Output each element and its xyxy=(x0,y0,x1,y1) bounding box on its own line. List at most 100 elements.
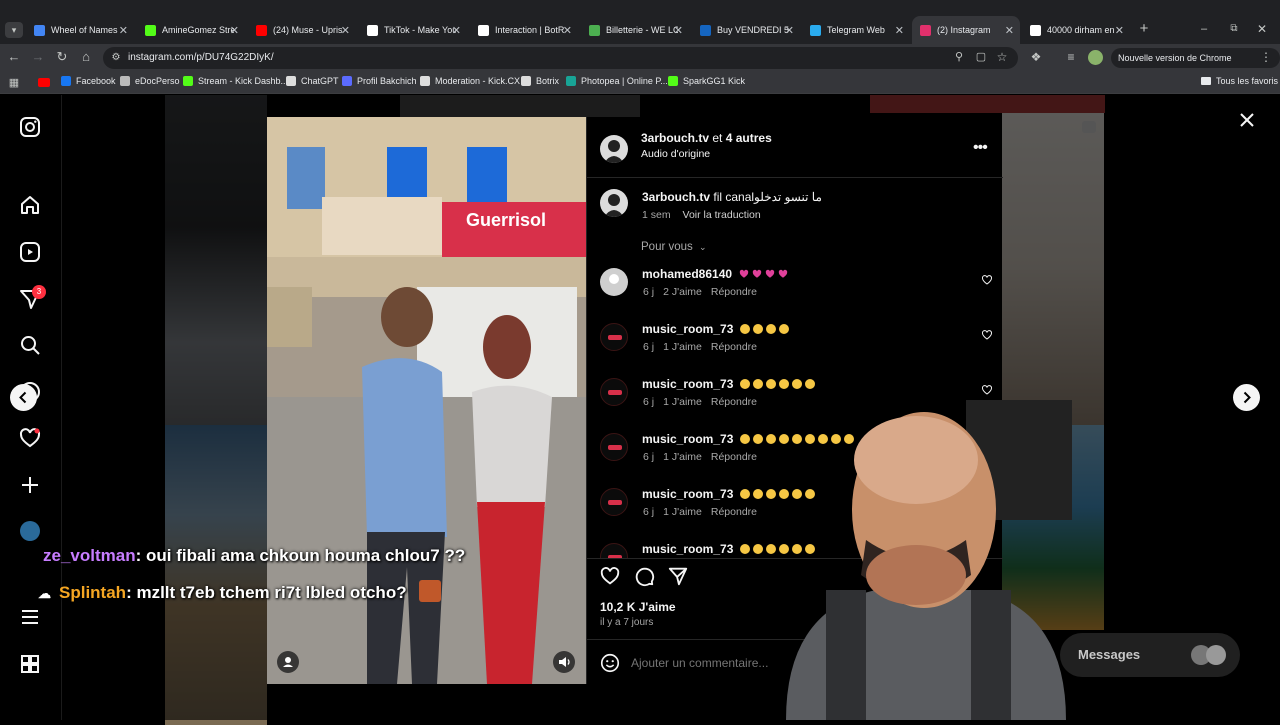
menu-icon[interactable]: ⋮ xyxy=(1258,50,1274,64)
next-post-button[interactable] xyxy=(1233,384,1260,411)
install-icon[interactable]: ▢ xyxy=(973,50,989,64)
browser-tab[interactable]: Telegram Web ✕ xyxy=(802,18,910,42)
comment-icon[interactable] xyxy=(633,565,655,587)
profile-avatar[interactable] xyxy=(1088,50,1103,65)
home-icon[interactable] xyxy=(18,193,42,217)
commenter-avatar[interactable] xyxy=(600,433,628,461)
notifications-heart-icon[interactable] xyxy=(18,426,42,450)
commenter-avatar[interactable] xyxy=(600,488,628,516)
bookmark-item[interactable]: Facebook xyxy=(61,76,116,86)
comment-likes[interactable]: 2 J'aime xyxy=(663,286,702,298)
comment-username[interactable]: mohamed86140 xyxy=(642,267,732,281)
close-tab-icon[interactable]: ✕ xyxy=(674,24,683,37)
extensions-icon[interactable]: ❖ xyxy=(1028,50,1044,64)
bookmark-item[interactable]: ChatGPT xyxy=(286,76,339,86)
comment-username[interactable]: music_room_73 xyxy=(642,542,733,556)
sort-comments-button[interactable]: Pour vous ⌄ xyxy=(641,241,707,253)
forward-icon[interactable]: → xyxy=(30,50,46,64)
close-tab-icon[interactable]: ✕ xyxy=(452,24,461,37)
bookmark-item[interactable]: Photopea | Online P... xyxy=(566,76,668,86)
browser-tab[interactable]: (24) Muse - Upris ✕ xyxy=(248,18,356,42)
new-tab-icon[interactable]: + xyxy=(1136,21,1152,36)
comment-likes[interactable]: 1 J'aime xyxy=(663,396,702,408)
comment-like-heart-icon[interactable] xyxy=(981,329,993,341)
more-menu-icon[interactable] xyxy=(18,605,42,629)
caption-avatar[interactable] xyxy=(600,189,628,217)
tagged-people-button[interactable] xyxy=(277,651,299,673)
reels-icon[interactable] xyxy=(18,240,42,264)
restore-icon[interactable]: ⧉ xyxy=(1226,22,1242,36)
bookmark-item[interactable]: Stream - Kick Dashb... xyxy=(183,76,288,86)
comment-username[interactable]: music_room_73 xyxy=(642,432,733,446)
translate-link[interactable]: Voir la traduction xyxy=(683,209,761,221)
search-icon[interactable] xyxy=(18,333,42,357)
reload-icon[interactable]: ↻ xyxy=(54,50,70,64)
comment-likes[interactable]: 1 J'aime xyxy=(663,506,702,518)
comment-like-heart-icon[interactable] xyxy=(981,274,993,286)
bookmark-star-icon[interactable]: ☆ xyxy=(994,50,1010,64)
browser-tab[interactable]: TikTok - Make You ✕ xyxy=(359,18,467,42)
browser-tab[interactable]: Buy VENDREDI 5 ✕ xyxy=(692,18,800,42)
other-authors-link[interactable]: 4 autres xyxy=(726,131,772,145)
reply-button[interactable]: Répondre xyxy=(711,451,757,463)
commenter-avatar[interactable] xyxy=(600,323,628,351)
like-heart-icon[interactable] xyxy=(599,565,621,587)
close-window-icon[interactable]: ✕ xyxy=(1254,22,1270,36)
site-info-icon[interactable]: ⚙ xyxy=(108,51,124,65)
back-icon[interactable]: ← xyxy=(6,50,22,64)
comment-username[interactable]: music_room_73 xyxy=(642,377,733,391)
all-bookmarks[interactable]: Tous les favoris xyxy=(1201,76,1278,86)
close-tab-icon[interactable]: ✕ xyxy=(1005,24,1014,37)
share-icon[interactable] xyxy=(667,565,689,587)
close-tab-icon[interactable]: ✕ xyxy=(1115,24,1124,37)
messages-pill[interactable]: Messages xyxy=(1060,633,1240,677)
close-tab-icon[interactable]: ✕ xyxy=(230,24,239,37)
close-modal-icon[interactable] xyxy=(1237,110,1257,130)
zoom-icon[interactable]: ⚲ xyxy=(951,50,967,64)
close-tab-icon[interactable]: ✕ xyxy=(563,24,572,37)
profile-avatar[interactable] xyxy=(20,521,40,541)
tab-search-icon[interactable]: ▾ xyxy=(5,22,23,38)
media-control-icon[interactable]: ≡ xyxy=(1063,50,1079,64)
minimize-icon[interactable]: – xyxy=(1196,22,1212,36)
emoji-icon[interactable] xyxy=(599,652,621,674)
reply-button[interactable]: Répondre xyxy=(711,341,757,353)
caption-username[interactable]: 3arbouch.tv xyxy=(642,190,710,204)
instagram-logo-icon[interactable] xyxy=(18,115,42,139)
author-username[interactable]: 3arbouch.tv xyxy=(641,131,709,145)
close-tab-icon[interactable]: ✕ xyxy=(119,24,128,37)
likes-count[interactable]: 10,2 K J'aime xyxy=(600,600,676,614)
bookmark-item[interactable]: SparkGG1 Kick xyxy=(668,76,745,86)
browser-tab[interactable]: AmineGomez Stre ✕ xyxy=(137,18,245,42)
browser-tab[interactable]: Interaction | BotR ✕ xyxy=(470,18,578,42)
reply-button[interactable]: Répondre xyxy=(711,286,757,298)
browser-tab[interactable]: (2) Instagram ✕ xyxy=(912,16,1020,44)
youtube-bookmark-icon[interactable] xyxy=(38,78,50,87)
close-tab-icon[interactable]: ✕ xyxy=(785,24,794,37)
previous-post-button[interactable] xyxy=(10,384,37,411)
apps-icon[interactable]: ▦ xyxy=(6,76,22,90)
close-tab-icon[interactable]: ✕ xyxy=(895,24,904,37)
browser-tab[interactable]: 40000 dirham en ✕ xyxy=(1022,18,1130,42)
create-icon[interactable] xyxy=(18,473,42,497)
comment-likes[interactable]: 1 J'aime xyxy=(663,451,702,463)
browser-tab[interactable]: Billetterie - WE LC ✕ xyxy=(581,18,689,42)
bookmark-item[interactable]: eDocPerso xyxy=(120,76,180,86)
reply-button[interactable]: Répondre xyxy=(711,396,757,408)
bookmark-item[interactable]: Moderation - Kick.CX xyxy=(420,76,520,86)
audio-link[interactable]: Audio d'origine xyxy=(641,148,710,160)
close-tab-icon[interactable]: ✕ xyxy=(341,24,350,37)
url-text[interactable]: instagram.com/p/DU74G22DIyK/ xyxy=(128,52,274,63)
browser-tab[interactable]: Wheel of Names ✕ xyxy=(26,18,134,42)
home-icon[interactable]: ⌂ xyxy=(78,50,94,64)
bookmark-item[interactable]: Profil Bakchich xyxy=(342,76,417,86)
meta-apps-icon[interactable] xyxy=(18,652,42,676)
commenter-avatar[interactable] xyxy=(600,378,628,406)
bookmark-item[interactable]: Botrix xyxy=(521,76,559,86)
mute-button[interactable] xyxy=(553,651,575,673)
more-options-icon[interactable]: ••• xyxy=(973,139,988,157)
comment-like-heart-icon[interactable] xyxy=(981,384,993,396)
reply-button[interactable]: Répondre xyxy=(711,506,757,518)
comment-likes[interactable]: 1 J'aime xyxy=(663,341,702,353)
commenter-avatar[interactable] xyxy=(600,543,628,558)
